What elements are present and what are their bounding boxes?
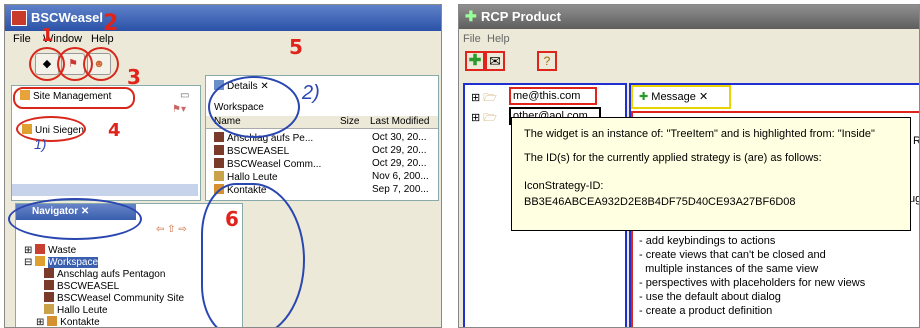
minimize-icon[interactable]: ▭: [180, 90, 189, 101]
folder-icon: 🗁: [483, 92, 497, 104]
tree-item-me[interactable]: me@this.com: [509, 87, 597, 105]
rcp-product-window: ✚ RCP Product File Help ✚ ✉ ? ⊞ 🗁 me@thi…: [458, 4, 920, 328]
tree-label: Hallo Leute: [57, 305, 108, 316]
file-icon: [44, 292, 54, 302]
file-icon: [44, 304, 54, 314]
tree-item[interactable]: ⊞ 🗁: [471, 89, 497, 108]
message-label: Message: [651, 91, 696, 103]
tree-item[interactable]: ⊟ Workspace: [24, 256, 99, 268]
tree-label: Kontakte: [60, 317, 100, 328]
row-modified: Oct 29, 20...: [372, 145, 427, 156]
folder-icon: 🗁: [483, 112, 497, 124]
left-app-title: BSCWeasel: [31, 10, 104, 25]
site-icon: [20, 90, 30, 100]
message-icon: ✚: [639, 91, 649, 103]
file-icon: [214, 171, 224, 181]
list-item: - create a product definition: [639, 305, 773, 317]
tooltip-line: The widget is an instance of: "TreeItem"…: [524, 128, 875, 140]
tooltip-line: IconStrategy-ID:: [524, 180, 604, 192]
tab-message[interactable]: ✚ Message ✕: [631, 85, 731, 109]
row-name: BSCWeasel Comm...: [227, 159, 322, 170]
annotation-number: 1: [41, 25, 54, 46]
tab-site-management[interactable]: Site Management: [20, 90, 111, 102]
annotation-number: 6: [225, 207, 239, 231]
right-app-title: RCP Product: [481, 9, 561, 24]
pen-mark: 1): [34, 136, 47, 152]
table-row[interactable]: BSCWeasel Comm...: [214, 158, 321, 170]
file-icon: [214, 132, 224, 142]
file-icon: [214, 145, 224, 155]
pen-circle: [208, 76, 300, 138]
tree-label: me@this.com: [513, 90, 581, 102]
annotation-circle: [16, 116, 86, 142]
column-last-modified[interactable]: Last Modified: [370, 116, 429, 127]
menu-file[interactable]: File: [13, 33, 31, 45]
add-button[interactable]: ✚: [465, 51, 485, 71]
tree-label: Workspace: [48, 257, 99, 268]
column-size[interactable]: Size: [340, 116, 359, 127]
bscweasel-window: BSCWeasel File Window Help ◆ ⚑ ☻ 1 2 3 S…: [4, 4, 442, 328]
tooltip-line: BB3E46ABCEA932D2E8B4DF75D40CE93A27BF6D08: [524, 196, 796, 208]
tree-item[interactable]: ⊞ Kontakte: [36, 316, 100, 328]
folder-icon: [47, 316, 58, 326]
trash-icon: [35, 244, 46, 254]
file-icon: [44, 268, 54, 278]
row-modified: Nov 6, 200...: [372, 171, 429, 182]
tree-item[interactable]: ⊞ 🗁: [471, 109, 497, 128]
left-title-bar: BSCWeasel: [5, 5, 441, 31]
left-menu-bar: File Window Help: [5, 31, 441, 49]
file-icon: [44, 280, 54, 290]
tree-label: Waste: [48, 245, 77, 256]
menu-file[interactable]: File: [463, 33, 481, 45]
tree-item[interactable]: ⊞ Waste: [24, 244, 76, 256]
row-modified: Oct 30, 20...: [372, 132, 427, 143]
table-row[interactable]: Hallo Leute: [214, 171, 278, 183]
pen-mark: 2): [302, 82, 320, 104]
list-item: - use the default about dialog: [639, 291, 781, 303]
horizontal-scrollbar[interactable]: [12, 184, 198, 196]
tooltip: The widget is an instance of: "TreeItem"…: [511, 117, 911, 231]
menu-help[interactable]: Help: [487, 33, 510, 45]
panel-menu-icon[interactable]: ⚑▾: [172, 104, 186, 115]
tree-label: BSCWeasel Community Site: [57, 293, 185, 304]
annotation-circle: [83, 47, 119, 81]
tree-item[interactable]: Anschlag aufs Pentagon: [44, 268, 165, 280]
site-management-label: Site Management: [33, 91, 112, 102]
annotation-number: 2: [103, 11, 119, 36]
workspace-icon: [35, 256, 46, 266]
annotation-number: 5: [289, 35, 303, 59]
text-fragment: RC: [913, 135, 919, 147]
site-management-panel: Site Management ▭ ⚑▾ Uni Siegen 4 1): [11, 85, 201, 201]
row-modified: Oct 29, 20...: [372, 158, 427, 169]
pen-circle: [201, 183, 305, 327]
list-item: - create views that can't be closed and: [639, 249, 826, 261]
right-title-bar: ✚ RCP Product: [459, 5, 919, 29]
row-modified: Sep 7, 200...: [372, 184, 429, 195]
tree-item[interactable]: Hallo Leute: [44, 304, 108, 316]
app-icon: [11, 10, 27, 26]
list-item: - perspectives with placeholders for new…: [639, 277, 866, 289]
tree-label: BSCWEASEL: [57, 281, 120, 292]
annotation-number: 4: [108, 120, 121, 141]
help-button[interactable]: ?: [537, 51, 557, 71]
file-icon: [214, 158, 224, 168]
tooltip-line: The ID(s) for the currently applied stra…: [524, 152, 822, 164]
table-row[interactable]: BSCWEASEL: [214, 145, 289, 157]
tree-item[interactable]: BSCWEASEL: [44, 280, 119, 292]
tree-label: Anschlag aufs Pentagon: [57, 269, 166, 280]
row-name: BSCWEASEL: [227, 146, 290, 157]
pen-circle: [8, 198, 142, 240]
mail-button[interactable]: ✉: [485, 51, 505, 71]
list-item: multiple instances of the same view: [639, 263, 819, 275]
tree-item[interactable]: BSCWeasel Community Site: [44, 292, 184, 304]
app-icon: ✚: [465, 8, 477, 24]
list-item: - add keybindings to actions: [639, 235, 776, 247]
nav-toolbar[interactable]: ⇦ ⇧ ⇨: [156, 224, 187, 235]
row-name: Hallo Leute: [227, 172, 278, 183]
